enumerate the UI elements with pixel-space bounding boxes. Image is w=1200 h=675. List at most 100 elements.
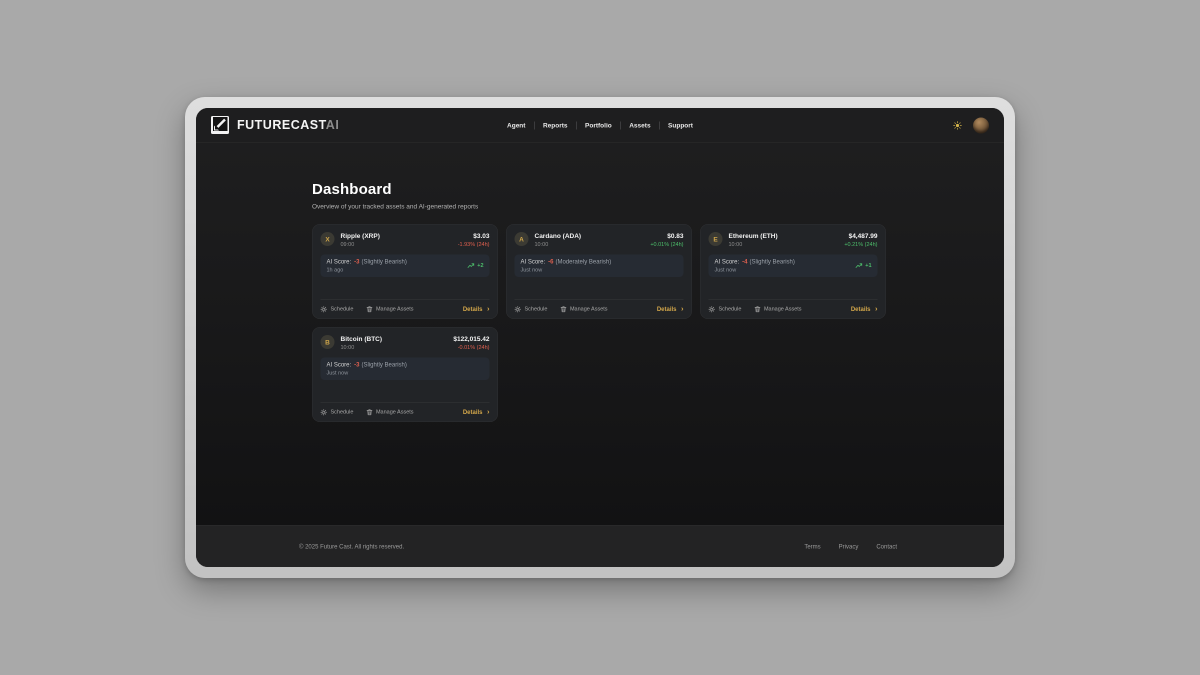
- gear-icon: [515, 306, 522, 313]
- schedule-button[interactable]: Schedule: [321, 409, 354, 416]
- details-button[interactable]: Details›: [463, 409, 490, 416]
- ai-score-value: -4: [742, 258, 747, 265]
- ai-sentiment: (Slightly Bearish): [362, 361, 407, 368]
- app-footer: © 2025 Future Cast. All rights reserved.…: [196, 525, 1004, 567]
- ai-score-panel: AI Score:-6(Moderately Bearish) Just now: [515, 255, 684, 278]
- nav-item-agent[interactable]: Agent: [499, 122, 534, 130]
- gear-icon: [709, 306, 716, 313]
- manage-assets-button[interactable]: Manage Assets: [560, 306, 607, 313]
- ai-updated-time: Just now: [521, 267, 612, 273]
- ai-sentiment: (Slightly Bearish): [750, 258, 795, 265]
- trend-value: +2: [477, 263, 483, 269]
- schedule-button[interactable]: Schedule: [515, 306, 548, 313]
- details-button[interactable]: Details›: [851, 306, 878, 313]
- asset-report-time: 09:00: [341, 242, 380, 248]
- asset-card: A Cardano (ADA) 10:00 $0.83 +0.01% (24h)…: [506, 224, 692, 319]
- footer-link-terms[interactable]: Terms: [804, 543, 820, 550]
- ai-score-line: AI Score:-4(Slightly Bearish): [715, 258, 795, 265]
- nav-item-support[interactable]: Support: [660, 122, 702, 130]
- asset-name: Bitcoin (BTC): [341, 335, 383, 343]
- page-title: Dashboard: [312, 181, 1004, 198]
- ai-score-panel: AI Score:-4(Slightly Bearish) Just now +…: [709, 255, 878, 278]
- ai-sentiment: (Slightly Bearish): [362, 258, 407, 265]
- ai-score-value: -6: [548, 258, 553, 265]
- asset-report-time: 10:00: [729, 242, 778, 248]
- ai-score-line: AI Score:-3(Slightly Bearish): [327, 361, 407, 368]
- app-header: FUTURECASTAI AgentReportsPortfolioAssets…: [196, 108, 1004, 143]
- trending-up-icon: [856, 263, 863, 269]
- asset-card-header: A Cardano (ADA) 10:00 $0.83 +0.01% (24h): [515, 232, 684, 248]
- card-actions: Schedule Manage Assets Details›: [515, 300, 684, 313]
- header-actions: [953, 117, 989, 133]
- ai-score-panel: AI Score:-3(Slightly Bearish) 1h ago +2: [321, 255, 490, 278]
- asset-symbol-icon: B: [321, 335, 335, 349]
- asset-report-time: 10:00: [341, 345, 383, 351]
- nav-item-portfolio[interactable]: Portfolio: [577, 122, 621, 130]
- brand-name: FUTURECASTAI: [237, 118, 339, 133]
- trash-icon: [366, 306, 372, 313]
- asset-card-header: X Ripple (XRP) 09:00 $3.03 -1.93% (24h): [321, 232, 490, 248]
- trend-value: +1: [865, 263, 871, 269]
- futurecast-logo-icon: [211, 116, 230, 135]
- trash-icon: [560, 306, 566, 313]
- asset-symbol-icon: X: [321, 232, 335, 246]
- asset-card: E Ethereum (ETH) 10:00 $4,487.99 +0.21% …: [700, 224, 886, 319]
- ai-sentiment: (Moderately Bearish): [556, 258, 612, 265]
- nav-item-reports[interactable]: Reports: [534, 122, 576, 130]
- main-nav: AgentReportsPortfolioAssetsSupport: [499, 108, 702, 143]
- card-actions: Schedule Manage Assets Details›: [321, 300, 490, 313]
- asset-card: B Bitcoin (BTC) 10:00 $122,015.42 -0.01%…: [312, 327, 498, 422]
- brand: FUTURECASTAI: [211, 116, 339, 135]
- ai-updated-time: Just now: [327, 370, 407, 376]
- nav-item-assets[interactable]: Assets: [621, 122, 659, 130]
- chevron-right-icon: ›: [875, 307, 878, 312]
- chevron-right-icon: ›: [681, 307, 684, 312]
- ai-score-value: -3: [354, 361, 359, 368]
- trash-icon: [366, 409, 372, 416]
- footer-links: Terms Privacy Contact: [804, 543, 897, 550]
- details-button[interactable]: Details›: [657, 306, 684, 313]
- details-button[interactable]: Details›: [463, 306, 490, 313]
- ai-score-value: -3: [354, 258, 359, 265]
- gear-icon: [321, 306, 328, 313]
- ai-updated-time: 1h ago: [327, 267, 407, 273]
- chevron-right-icon: ›: [487, 410, 490, 415]
- footer-link-contact[interactable]: Contact: [876, 543, 897, 550]
- asset-price: $3.03: [458, 232, 490, 240]
- ai-score-panel: AI Score:-3(Slightly Bearish) Just now: [321, 358, 490, 381]
- asset-change-24h: +0.21% (24h): [844, 242, 877, 248]
- theme-toggle-sun-icon[interactable]: [953, 121, 962, 130]
- asset-price: $0.83: [650, 232, 683, 240]
- manage-assets-button[interactable]: Manage Assets: [366, 306, 413, 313]
- schedule-button[interactable]: Schedule: [709, 306, 742, 313]
- page-subtitle: Overview of your tracked assets and AI-g…: [312, 203, 1004, 211]
- asset-card-header: B Bitcoin (BTC) 10:00 $122,015.42 -0.01%…: [321, 335, 490, 351]
- trash-icon: [754, 306, 760, 313]
- manage-assets-button[interactable]: Manage Assets: [366, 409, 413, 416]
- asset-card: X Ripple (XRP) 09:00 $3.03 -1.93% (24h) …: [312, 224, 498, 319]
- browser-window-frame: FUTURECASTAI AgentReportsPortfolioAssets…: [185, 97, 1015, 578]
- copyright-text: © 2025 Future Cast. All rights reserved.: [299, 543, 404, 550]
- asset-symbol-icon: E: [709, 232, 723, 246]
- ai-updated-time: Just now: [715, 267, 795, 273]
- trending-up-icon: [468, 263, 475, 269]
- asset-price: $4,487.99: [844, 232, 877, 240]
- footer-link-privacy[interactable]: Privacy: [839, 543, 859, 550]
- asset-card-grid: X Ripple (XRP) 09:00 $3.03 -1.93% (24h) …: [312, 224, 1004, 422]
- ai-score-line: AI Score:-3(Slightly Bearish): [327, 258, 407, 265]
- asset-change-24h: -1.93% (24h): [458, 242, 490, 248]
- asset-name: Cardano (ADA): [535, 232, 582, 240]
- asset-price: $122,015.42: [453, 335, 489, 343]
- trend-badge: +1: [856, 263, 872, 269]
- asset-change-24h: +0.01% (24h): [650, 242, 683, 248]
- asset-name: Ripple (XRP): [341, 232, 380, 240]
- manage-assets-button[interactable]: Manage Assets: [754, 306, 801, 313]
- ai-score-line: AI Score:-6(Moderately Bearish): [521, 258, 612, 265]
- main-content: Dashboard Overview of your tracked asset…: [196, 143, 1004, 525]
- asset-name: Ethereum (ETH): [729, 232, 778, 240]
- user-avatar[interactable]: [973, 117, 989, 133]
- asset-card-header: E Ethereum (ETH) 10:00 $4,487.99 +0.21% …: [709, 232, 878, 248]
- card-actions: Schedule Manage Assets Details›: [709, 300, 878, 313]
- schedule-button[interactable]: Schedule: [321, 306, 354, 313]
- gear-icon: [321, 409, 328, 416]
